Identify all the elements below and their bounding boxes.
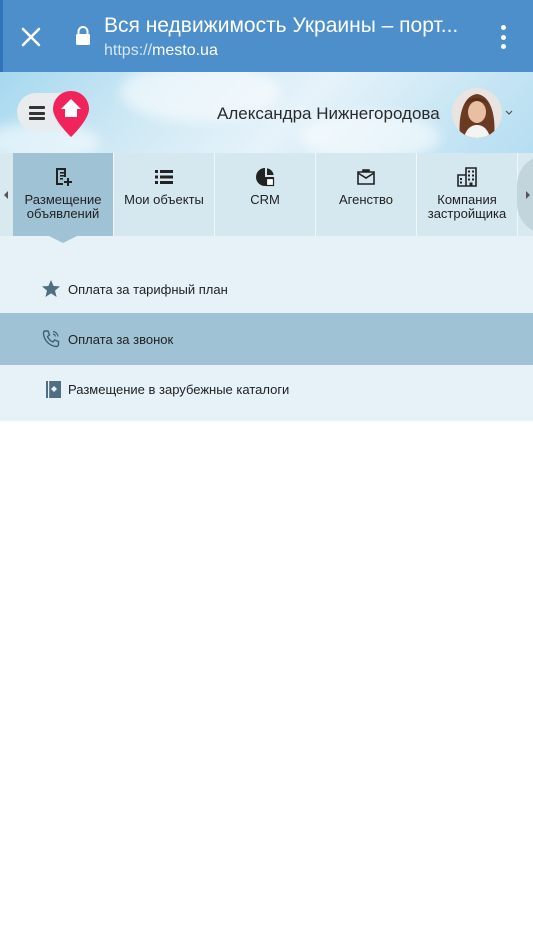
tab-ad-placement[interactable]: Размещение объявлений <box>13 153 114 236</box>
tab-developer-company[interactable]: Компания застройщика <box>417 153 518 236</box>
building-icon <box>457 167 477 187</box>
toolbar-edge <box>0 0 3 72</box>
page-title[interactable]: Вся недвижимость Украины – порт... <box>104 14 484 38</box>
chevron-right-icon <box>526 191 530 199</box>
briefcase-icon <box>357 169 375 185</box>
chevron-left-icon <box>4 190 8 199</box>
lock-icon <box>76 26 90 45</box>
site-header: Александра Нижнегородова <box>0 72 533 153</box>
tab-label: Мои объекты <box>124 192 204 207</box>
submenu-panel: Оплата за тарифный план Оплата за звонок… <box>0 236 533 421</box>
active-tab-pointer <box>49 236 77 243</box>
more-options-button[interactable] <box>494 22 512 52</box>
submenu-item-tariff-payment[interactable]: Оплата за тарифный план <box>0 268 533 310</box>
submenu-label: Оплата за звонок <box>68 331 174 347</box>
more-dot-icon <box>500 25 506 30</box>
more-dot-icon <box>500 34 506 40</box>
list-icon <box>155 170 173 184</box>
tab-agency[interactable]: Агенство <box>316 153 417 236</box>
hamburger-icon[interactable] <box>29 106 45 120</box>
url-scheme: https:// <box>104 42 153 59</box>
more-dot-icon <box>500 44 506 49</box>
submenu-item-call-payment[interactable]: Оплата за звонок <box>0 313 533 365</box>
close-tab-button[interactable] <box>14 20 48 54</box>
close-icon <box>21 27 41 47</box>
logo-house-pin-icon[interactable] <box>52 90 90 138</box>
avatar[interactable] <box>452 88 502 138</box>
submenu-item-foreign-catalogs[interactable]: Размещение в зарубежные каталоги <box>0 368 533 410</box>
user-name[interactable]: Александра Нижнегородова <box>217 104 440 124</box>
tab-my-objects[interactable]: Мои объекты <box>114 153 215 236</box>
chevron-down-icon[interactable] <box>505 110 513 116</box>
user-photo-icon <box>452 88 502 138</box>
tab-label: Агенство <box>339 192 393 207</box>
document-add-icon <box>56 168 72 186</box>
tab-label: Размещение объявлений <box>24 192 102 221</box>
url-host: mesto.ua <box>152 42 218 59</box>
pie-chart-icon <box>256 168 275 187</box>
section-tabs: Размещение объявлений Мои объекты CRM Аг… <box>0 153 533 236</box>
tab-label: Компания застройщика <box>427 192 507 221</box>
tab-crm[interactable]: CRM <box>215 153 316 236</box>
tabs-scroll-left-button[interactable] <box>0 153 12 236</box>
phone-icon <box>42 330 60 348</box>
submenu-label: Размещение в зарубежные каталоги <box>68 381 290 397</box>
browser-toolbar: Вся недвижимость Украины – порт... https… <box>0 0 533 72</box>
star-icon <box>42 280 60 297</box>
tabs-scroll-right-button[interactable] <box>517 155 533 234</box>
catalog-icon <box>46 381 61 398</box>
submenu-label: Оплата за тарифный план <box>68 281 228 297</box>
url-display[interactable]: https://mesto.ua <box>104 42 218 60</box>
tab-label: CRM <box>250 192 280 207</box>
